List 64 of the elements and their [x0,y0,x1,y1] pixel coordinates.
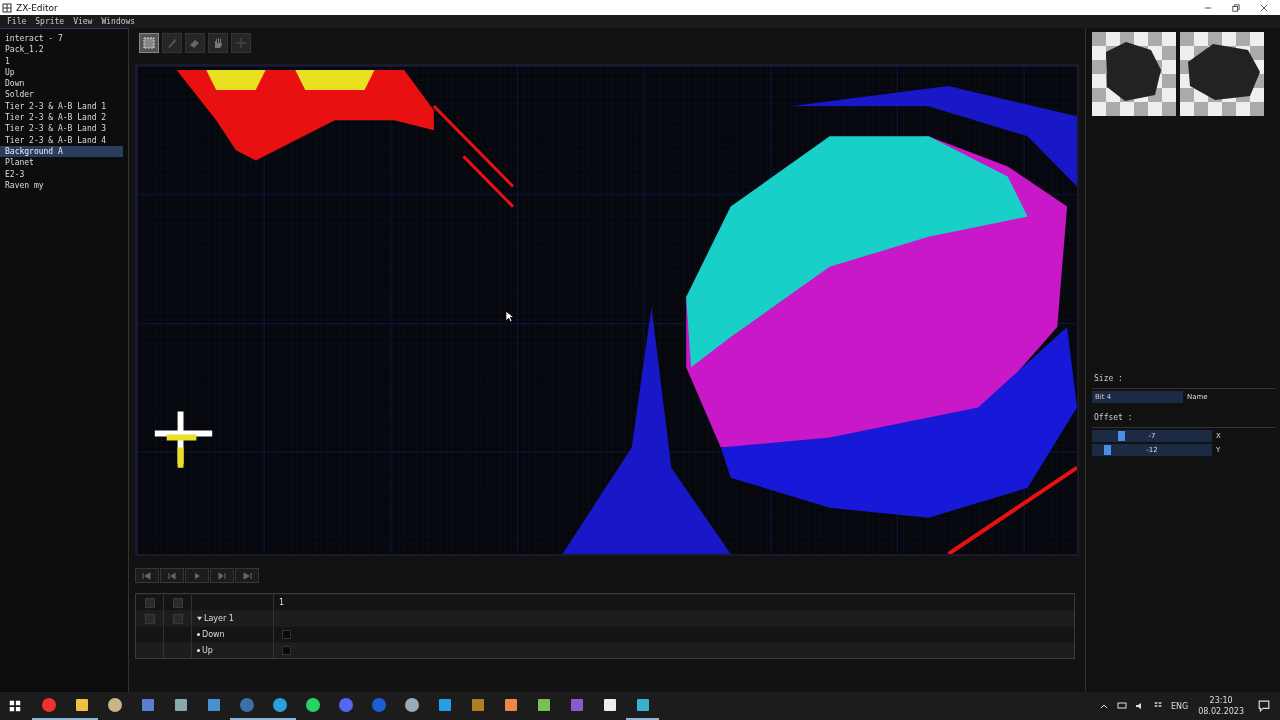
menu-item[interactable]: Windows [101,17,136,26]
start-icon[interactable] [8,699,22,713]
language-indicator[interactable]: ENG [1170,701,1189,711]
offset-label: Offset : [1092,413,1276,428]
crosshair-icon [234,36,248,50]
sprite-tree-item[interactable]: Down [197,630,225,639]
sprite-list-item[interactable]: Tier 2-3 & A-B Land 3 [0,123,123,135]
visibility-toggle[interactable] [144,613,155,624]
hand-tool-button[interactable] [208,33,228,53]
selection-icon [142,36,156,50]
sprite-thumbnail[interactable] [1092,32,1176,116]
step-back-button[interactable] [160,568,184,583]
sprite-list-item[interactable]: Tier 2-3 & A-B Land 1 [0,100,123,113]
keyframe-marker[interactable] [282,646,291,655]
pixel-art-drawing[interactable] [137,66,1077,554]
clock-date[interactable]: 08.02.2023 [1198,706,1244,717]
sprite-list-item[interactable]: Raven my [0,179,123,192]
sprite-list-item[interactable]: Up [0,66,123,79]
skip-start-button[interactable] [135,568,159,583]
visibility-toggle[interactable] [144,597,155,608]
sprite-list-item[interactable]: interact - 7 [0,33,123,45]
slider-thumb[interactable] [1118,431,1126,441]
lock-toggle[interactable] [172,613,183,624]
window-title: ZX-Editor [16,2,58,13]
size-label: Size : [1092,374,1276,389]
monitor-icon[interactable] [1116,701,1127,711]
expand-triangle-icon [197,616,202,621]
step-forward-button[interactable] [210,568,234,583]
step-back-icon [166,570,178,581]
restore-icon[interactable] [1232,3,1240,12]
slider-thumb[interactable] [1104,445,1111,455]
skip-end-icon [241,570,253,581]
clock-time[interactable]: 23:10 [1209,695,1233,706]
frame-number: 1 [279,598,285,607]
sprite-list-item[interactable]: E2-3 [0,168,123,180]
sprite-list-item[interactable]: Tier 2-3 & A-B Land 4 [0,134,123,146]
menu-item[interactable]: View [73,17,93,26]
bullet-icon [197,649,200,652]
eraser-tool-button[interactable] [185,33,205,53]
sprite-thumbnail[interactable] [1180,32,1264,116]
sprite-list-item[interactable]: Down [0,78,123,90]
keyframe-marker[interactable] [282,630,291,639]
notification-icon[interactable] [1258,700,1270,712]
selection-tool-button[interactable] [139,33,159,53]
sprite-tree-item[interactable]: Up [197,646,213,655]
lock-toggle[interactable] [172,597,183,608]
close-icon[interactable] [1260,3,1268,12]
sprite-list-item[interactable]: Planet [0,157,123,169]
sprite-list-item[interactable]: Background A [0,145,123,158]
app-logo-icon [2,2,12,13]
layer-tree-item[interactable]: Layer 1 [197,614,234,623]
menu-item[interactable]: File [7,17,27,26]
sprite-list-item[interactable]: Tier 2-3 & A-B Land 2 [0,112,123,124]
pencil-icon [165,36,179,50]
step-forward-icon [216,570,228,581]
sprite-list-item[interactable]: Solder [0,89,123,101]
play-button[interactable] [185,568,209,583]
sprite-list-item[interactable]: Pack_1.2 [0,44,123,56]
mouse-pointer-icon [505,310,514,323]
skip-end-button[interactable] [235,568,259,583]
bullet-icon [197,633,200,636]
skip-start-icon [141,570,153,581]
menu-item[interactable]: Sprite [35,17,65,26]
sprite-list-item[interactable]: 1 [0,55,123,67]
